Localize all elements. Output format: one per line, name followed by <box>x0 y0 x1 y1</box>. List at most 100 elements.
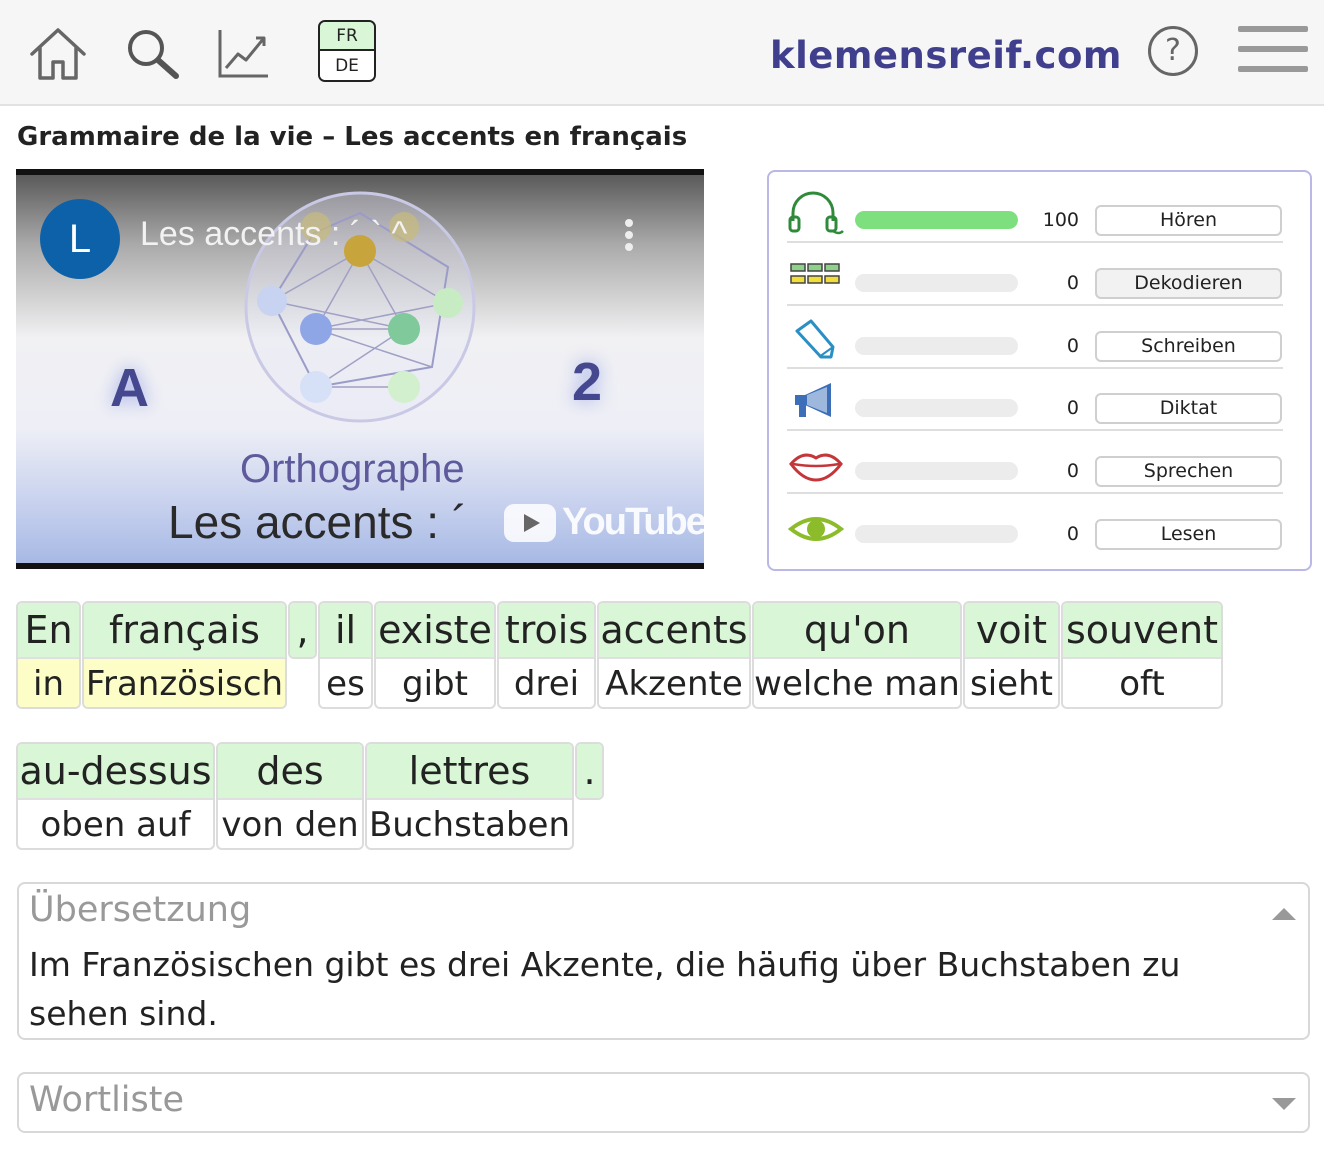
blocks-icon <box>787 254 845 298</box>
word-french: voit <box>965 603 1058 657</box>
skills-panel: 100 Hören 0 Dekodieren 0 Schreiben 0 Dik… <box>767 170 1312 571</box>
word-french: trois <box>499 603 594 657</box>
word-chip[interactable]: En in <box>16 601 81 709</box>
wordlist-label: Wortliste <box>29 1080 185 1120</box>
word-french: , <box>290 603 315 657</box>
menu-icon[interactable] <box>1238 26 1308 76</box>
pen-icon <box>787 317 845 361</box>
skill-score: 0 <box>1066 397 1079 419</box>
skill-row-dekodieren: 0 Dekodieren <box>787 244 1283 306</box>
video-level-number: 2 <box>572 352 603 412</box>
skill-progress-bar <box>855 399 1018 417</box>
skill-progress-bar <box>855 525 1018 543</box>
video-heading: Orthographe <box>240 447 465 491</box>
chart-icon[interactable] <box>212 22 276 86</box>
translation-panel: Übersetzung Im Französischen gibt es dre… <box>17 882 1310 1040</box>
skill-score: 0 <box>1066 460 1079 482</box>
help-icon[interactable]: ? <box>1148 26 1198 76</box>
youtube-wordmark: YouTube <box>562 501 704 543</box>
word-french: lettres <box>367 744 572 798</box>
word-chip[interactable]: voit sieht <box>963 601 1060 709</box>
word-german: von den <box>218 798 362 848</box>
translation-label: Übersetzung <box>29 890 252 930</box>
word-german: Französisch <box>84 657 285 707</box>
lesen-button[interactable]: Lesen <box>1095 519 1282 550</box>
word-german: in <box>18 657 79 707</box>
word-german: oft <box>1063 657 1221 707</box>
search-icon[interactable] <box>120 22 184 86</box>
play-icon <box>504 503 556 542</box>
skill-row-hoeren: 100 Hören <box>787 181 1283 243</box>
word-chip[interactable]: lettres Buchstaben <box>365 742 574 850</box>
top-bar: FR DE klemensreif.com ? <box>0 0 1324 106</box>
expand-caret-icon[interactable] <box>1272 1098 1296 1110</box>
word-chip[interactable]: trois drei <box>497 601 596 709</box>
skill-row-diktat: 0 Diktat <box>787 369 1283 431</box>
word-french: au-dessus <box>18 744 213 798</box>
hoeren-button[interactable]: Hören <box>1095 205 1282 236</box>
video-player[interactable]: L Les accents : ´ ` ^ A 2 Orthographe Le… <box>16 169 704 569</box>
skill-score: 0 <box>1066 335 1079 357</box>
skill-progress-bar <box>855 337 1018 355</box>
word-chip[interactable]: français Französisch <box>82 601 287 709</box>
skill-row-schreiben: 0 Schreiben <box>787 307 1283 369</box>
word-chip[interactable]: existe gibt <box>374 601 496 709</box>
word-chip[interactable]: souvent oft <box>1061 601 1223 709</box>
skill-score: 0 <box>1066 523 1079 545</box>
youtube-logo[interactable]: YouTube <box>504 501 704 544</box>
megaphone-icon <box>787 379 845 423</box>
translation-text: Im Französischen gibt es drei Akzente, d… <box>29 945 1181 1033</box>
channel-avatar[interactable]: L <box>40 199 120 279</box>
wordlist-panel[interactable]: Wortliste <box>17 1072 1310 1133</box>
word-french: En <box>18 603 79 657</box>
lips-icon <box>787 442 845 486</box>
word-german: drei <box>499 657 594 707</box>
word-chip[interactable]: accents Akzente <box>597 601 751 709</box>
site-link[interactable]: klemensreif.com <box>770 34 1122 77</box>
word-french: accents <box>599 603 749 657</box>
video-more-icon[interactable] <box>622 219 636 259</box>
word-german: es <box>320 657 371 707</box>
collapse-caret-icon[interactable] <box>1272 908 1296 920</box>
eye-icon <box>787 505 845 549</box>
word-french: qu'on <box>754 603 960 657</box>
page-title: Grammaire de la vie – Les accents en fra… <box>17 122 688 152</box>
video-level-mark: A <box>110 358 149 418</box>
word-german: oben auf <box>18 798 213 848</box>
word-french: français <box>84 603 285 657</box>
word-chip[interactable]: il es <box>318 601 373 709</box>
skill-row-lesen: 0 Lesen <box>787 495 1283 557</box>
word-chip[interactable]: des von den <box>216 742 364 850</box>
word-french: des <box>218 744 362 798</box>
word-german: sieht <box>965 657 1058 707</box>
schreiben-button[interactable]: Schreiben <box>1095 331 1282 362</box>
punctuation-chip[interactable]: . <box>575 742 604 800</box>
skill-progress-bar <box>855 462 1018 480</box>
video-subtitle: Les accents : ´ <box>168 496 468 548</box>
video-thumbnail: L Les accents : ´ ` ^ A 2 Orthographe Le… <box>16 175 704 563</box>
word-chip[interactable]: au-dessus oben auf <box>16 742 215 850</box>
skill-score: 0 <box>1066 272 1079 294</box>
skill-progress-fill <box>855 211 1018 229</box>
word-german: Akzente <box>599 657 749 707</box>
headphones-icon <box>787 191 845 235</box>
word-chip[interactable]: qu'on welche man <box>752 601 962 709</box>
skill-row-sprechen: 0 Sprechen <box>787 432 1283 494</box>
language-toggle[interactable]: FR DE <box>318 20 376 82</box>
word-french: souvent <box>1063 603 1221 657</box>
word-german: Buchstaben <box>367 798 572 848</box>
skill-score: 100 <box>1042 209 1079 231</box>
word-french: il <box>320 603 371 657</box>
sprechen-button[interactable]: Sprechen <box>1095 456 1282 487</box>
diktat-button[interactable]: Diktat <box>1095 393 1282 424</box>
dekodieren-button[interactable]: Dekodieren <box>1095 268 1282 299</box>
word-french: . <box>577 744 602 798</box>
target-language: DE <box>320 51 374 80</box>
source-language: FR <box>320 22 374 51</box>
skill-progress-bar <box>855 274 1018 292</box>
punctuation-chip[interactable]: , <box>288 601 317 659</box>
word-french: existe <box>376 603 494 657</box>
home-icon[interactable] <box>26 22 90 86</box>
video-title[interactable]: Les accents : ´ ` ^ <box>140 215 407 254</box>
word-german: gibt <box>376 657 494 707</box>
